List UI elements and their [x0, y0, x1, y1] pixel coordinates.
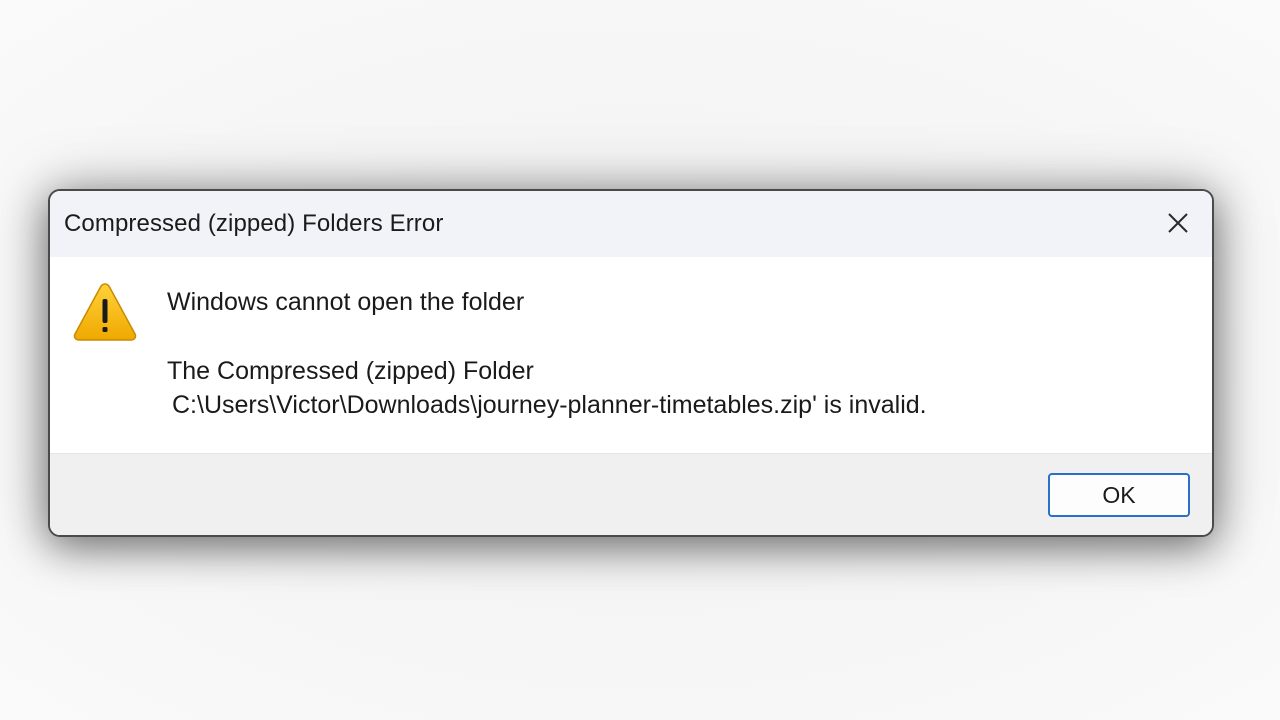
close-icon	[1168, 213, 1188, 233]
error-message-path: C:\Users\Victor\Downloads\journey-planne…	[172, 391, 927, 419]
warning-icon	[73, 283, 137, 341]
error-heading: Windows cannot open the folder	[167, 288, 525, 316]
error-message-line1: The Compressed (zipped) Folder	[167, 357, 534, 385]
dialog-footer: OK	[50, 453, 1212, 535]
dialog-title: Compressed (zipped) Folders Error	[64, 210, 444, 237]
error-dialog: Compressed (zipped) Folders Error Window…	[48, 189, 1214, 537]
close-button[interactable]	[1158, 203, 1198, 243]
dialog-titlebar[interactable]: Compressed (zipped) Folders Error	[50, 191, 1212, 257]
dialog-content: Windows cannot open the folder The Compr…	[50, 257, 1212, 453]
desktop-background: Compressed (zipped) Folders Error Window…	[0, 0, 1280, 720]
ok-button[interactable]: OK	[1048, 473, 1190, 517]
